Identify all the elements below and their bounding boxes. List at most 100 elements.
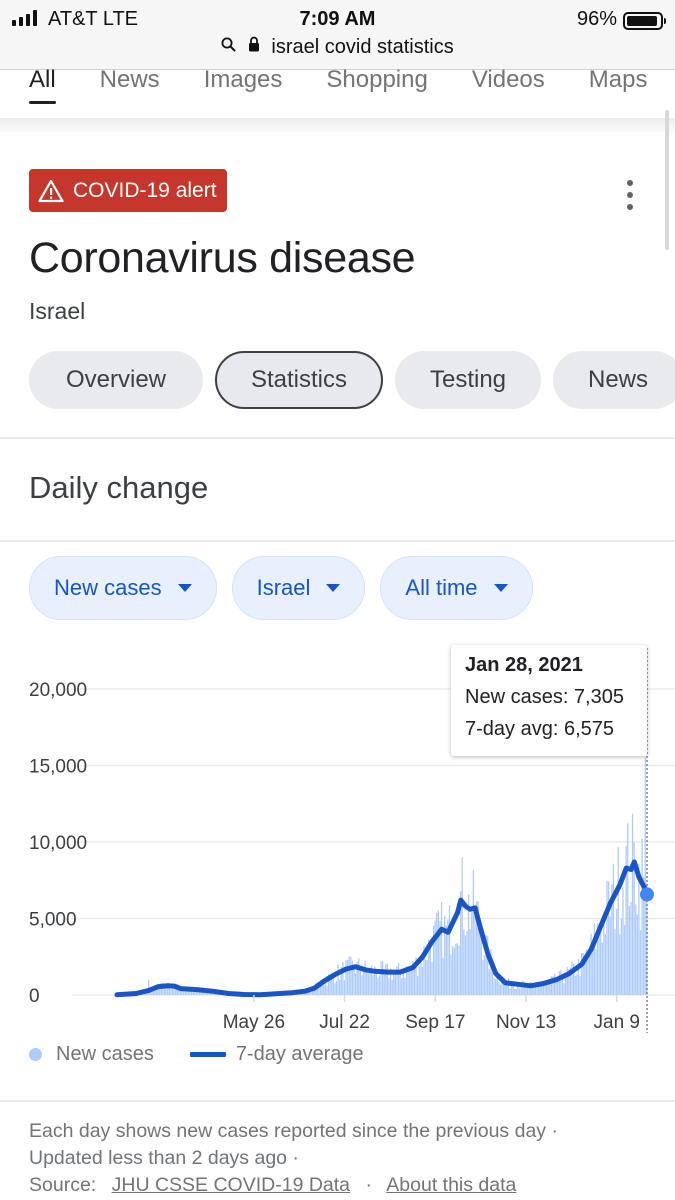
new-cases-bar bbox=[323, 984, 325, 995]
new-cases-bar bbox=[366, 968, 368, 995]
x-tick-label: Nov 13 bbox=[496, 1012, 556, 1033]
chip-statistics[interactable]: Statistics bbox=[215, 351, 383, 409]
new-cases-bar bbox=[464, 935, 467, 995]
new-cases-bar bbox=[472, 869, 475, 995]
new-cases-bar bbox=[401, 978, 403, 995]
new-cases-bar bbox=[601, 942, 603, 995]
time-range-dropdown[interactable]: All time bbox=[380, 556, 533, 620]
new-cases-bar bbox=[558, 971, 560, 995]
new-cases-bar bbox=[339, 979, 341, 995]
new-cases-bar bbox=[563, 983, 565, 995]
covid-alert-badge[interactable]: COVID-19 alert bbox=[29, 169, 227, 212]
new-cases-bar bbox=[608, 881, 610, 995]
new-cases-bar bbox=[565, 977, 567, 995]
new-cases-bar bbox=[353, 969, 355, 995]
new-cases-bar bbox=[574, 975, 576, 995]
new-cases-bar bbox=[461, 857, 463, 995]
new-cases-bar bbox=[386, 963, 389, 995]
source-label: Source: bbox=[29, 1174, 97, 1196]
alert-label: COVID-19 alert bbox=[73, 178, 217, 202]
new-cases-bar bbox=[385, 964, 387, 995]
new-cases-bar bbox=[615, 908, 618, 995]
region-dropdown[interactable]: Israel bbox=[231, 556, 366, 620]
new-cases-bar bbox=[380, 961, 382, 995]
time-range-dropdown-label: All time bbox=[405, 575, 478, 600]
new-cases-bar bbox=[512, 985, 514, 995]
chart-tooltip: Jan 28, 2021 New cases: 7,305 7-day avg:… bbox=[451, 645, 647, 756]
dropdown-caret-icon bbox=[493, 584, 508, 592]
chip-testing[interactable]: Testing bbox=[395, 351, 541, 409]
new-cases-bar bbox=[520, 987, 522, 995]
search-query: israel covid statistics bbox=[271, 36, 454, 58]
new-cases-bar bbox=[354, 973, 357, 995]
source-link[interactable]: JHU CSSE COVID-19 Data bbox=[112, 1174, 350, 1196]
new-cases-bar bbox=[393, 972, 395, 995]
new-cases-bar bbox=[364, 960, 366, 995]
new-cases-bar bbox=[635, 904, 637, 995]
new-cases-bar bbox=[555, 980, 557, 995]
new-cases-bar bbox=[612, 863, 615, 995]
new-cases-bar bbox=[623, 925, 626, 995]
new-cases-bar bbox=[445, 925, 447, 995]
new-cases-bar bbox=[397, 962, 400, 995]
tab-news[interactable]: News bbox=[100, 60, 160, 118]
new-cases-bar bbox=[579, 976, 581, 995]
legend-avg-swatch bbox=[189, 1052, 226, 1057]
chip-overview[interactable]: Overview bbox=[29, 351, 203, 409]
chip-news[interactable]: News bbox=[553, 351, 675, 409]
new-cases-bar bbox=[407, 968, 409, 995]
x-tick-label: Jul 22 bbox=[319, 1012, 370, 1033]
new-cases-bar bbox=[448, 905, 451, 995]
dropdown-caret-icon bbox=[177, 584, 192, 592]
new-cases-bar bbox=[431, 961, 433, 995]
new-cases-bar bbox=[358, 958, 360, 995]
divider bbox=[0, 1100, 675, 1102]
new-cases-bar bbox=[345, 960, 347, 995]
tab-shopping[interactable]: Shopping bbox=[326, 60, 427, 118]
new-cases-bar bbox=[388, 978, 390, 995]
tab-images[interactable]: Images bbox=[204, 60, 283, 118]
new-cases-bar bbox=[638, 863, 640, 995]
metric-dropdown[interactable]: New cases bbox=[29, 556, 217, 620]
search-icon bbox=[221, 37, 236, 57]
address-bar[interactable]: israel covid statistics bbox=[0, 36, 675, 59]
new-cases-bar bbox=[588, 953, 591, 995]
warning-icon bbox=[38, 179, 64, 202]
tooltip-date: Jan 28, 2021 bbox=[465, 654, 583, 676]
tab-videos[interactable]: Videos bbox=[472, 60, 545, 118]
new-cases-bar bbox=[455, 943, 457, 995]
tabs-shadow bbox=[0, 118, 675, 132]
new-cases-bar bbox=[436, 913, 438, 995]
about-data-link[interactable]: About this data bbox=[386, 1174, 516, 1196]
y-tick-label: 10,000 bbox=[29, 833, 87, 854]
new-cases-bar bbox=[402, 972, 404, 995]
new-cases-bar bbox=[515, 988, 517, 995]
x-tick-label: May 26 bbox=[223, 1012, 285, 1033]
footnote-line-1: Each day shows new cases reported since … bbox=[29, 1120, 558, 1142]
new-cases-bar bbox=[493, 978, 495, 995]
new-cases-bar bbox=[479, 932, 481, 995]
new-cases-bar bbox=[609, 916, 611, 995]
new-cases-bar bbox=[471, 912, 473, 995]
new-cases-bar bbox=[641, 838, 643, 995]
battery-icon bbox=[623, 12, 666, 30]
new-cases-bar bbox=[382, 961, 384, 995]
clock: 7:09 AM bbox=[299, 8, 376, 30]
x-tick-label: Sep 17 bbox=[405, 1012, 465, 1033]
new-cases-bar bbox=[628, 906, 630, 995]
search-tabs: All News Images Shopping Videos Maps bbox=[0, 60, 675, 118]
status-bar: AT&T LTE 7:09 AM 96% bbox=[0, 6, 675, 32]
new-cases-bar bbox=[444, 915, 446, 995]
new-cases-bar bbox=[343, 980, 346, 995]
new-cases-bar bbox=[391, 979, 393, 995]
tab-all[interactable]: All bbox=[29, 60, 56, 118]
y-tick-label: 5,000 bbox=[29, 910, 77, 931]
region-dropdown-label: Israel bbox=[256, 575, 311, 600]
scrollbar[interactable] bbox=[665, 110, 669, 250]
x-tick-label: Jan 9 bbox=[594, 1012, 640, 1033]
new-cases-bar bbox=[350, 956, 352, 995]
new-cases-bar bbox=[630, 902, 632, 995]
more-vert-icon[interactable] bbox=[619, 180, 641, 210]
new-cases-bar bbox=[437, 910, 439, 995]
tab-maps[interactable]: Maps bbox=[589, 60, 648, 118]
